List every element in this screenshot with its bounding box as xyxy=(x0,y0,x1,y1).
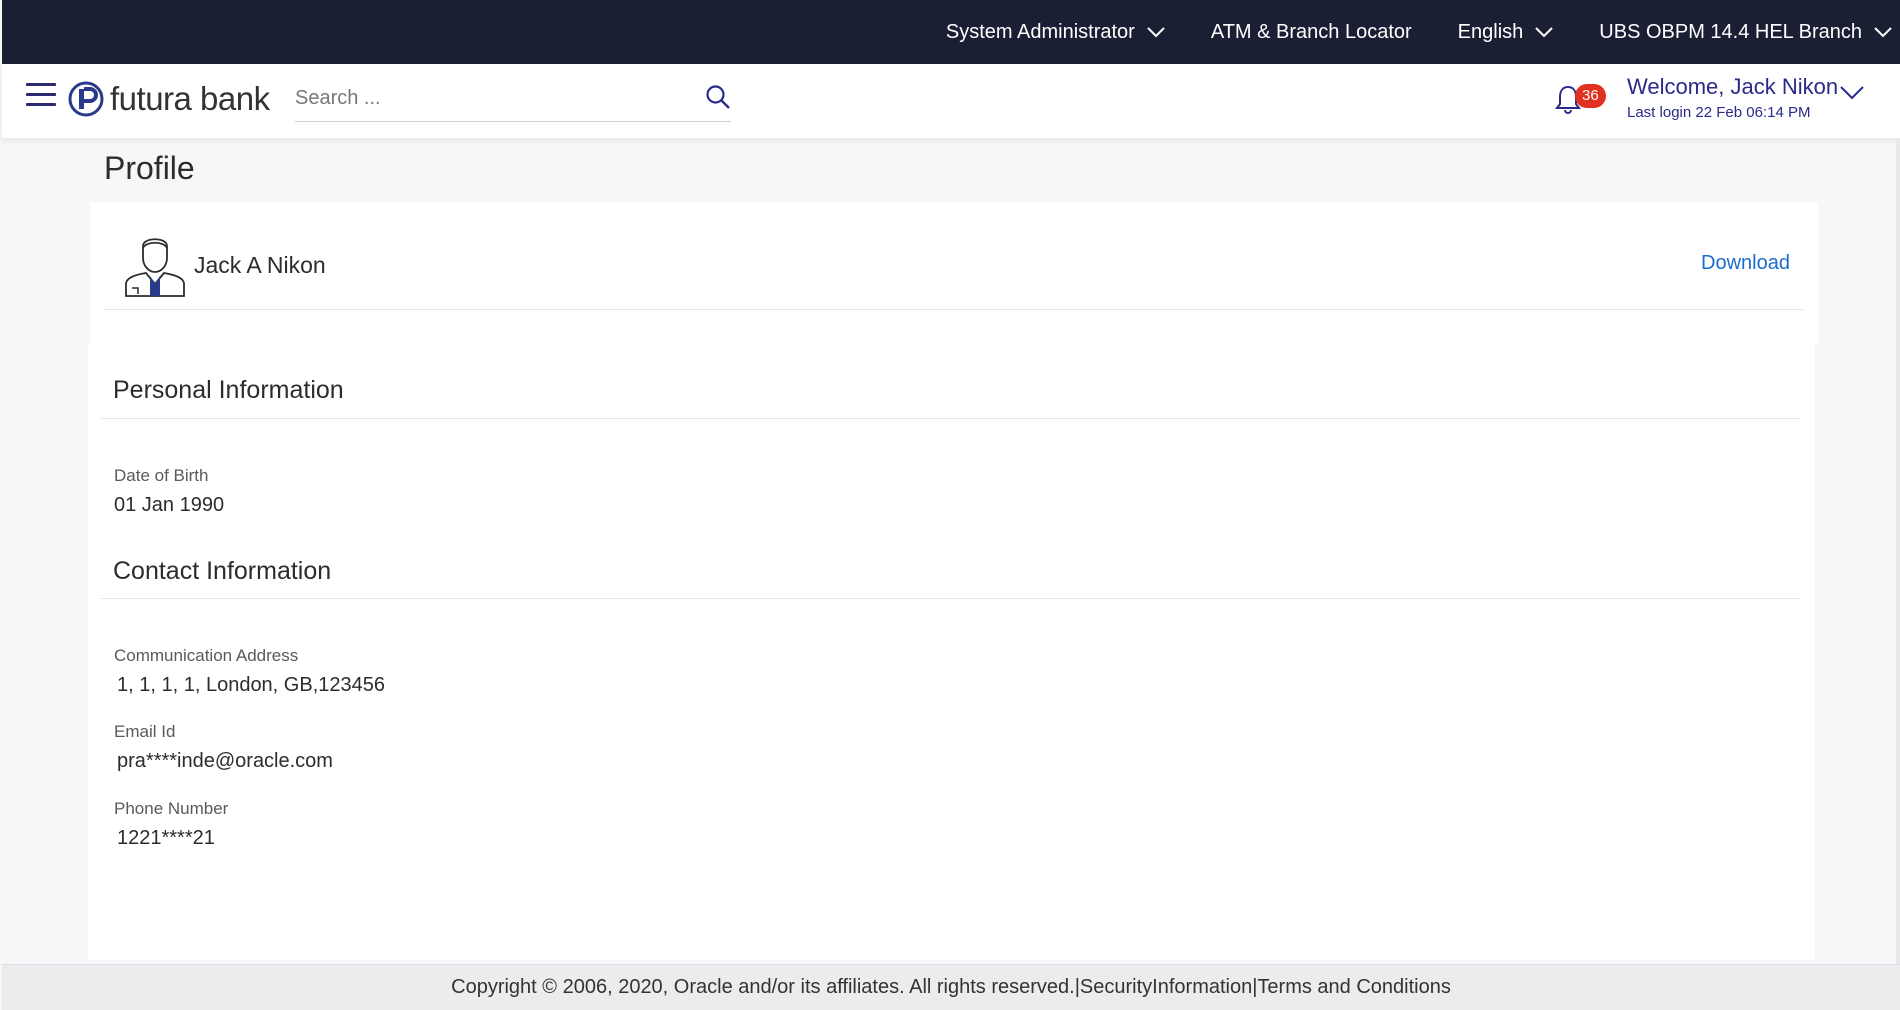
dob-label: Date of Birth xyxy=(114,466,209,485)
page-title: Profile xyxy=(104,150,195,186)
phone-label: Phone Number xyxy=(114,799,229,818)
role-dropdown[interactable]: System Administrator xyxy=(946,21,1165,44)
user-menu[interactable]: Welcome, Jack Nikon Last login 22 Feb 06… xyxy=(1627,74,1838,121)
language-label: English xyxy=(1457,20,1524,43)
role-label: System Administrator xyxy=(945,20,1135,43)
download-link[interactable]: Download xyxy=(1701,252,1790,275)
futura-logo-icon xyxy=(68,81,104,117)
language-dropdown[interactable]: English xyxy=(1458,21,1554,44)
user-avatar-icon xyxy=(125,238,185,297)
notifications-button[interactable]: 36 xyxy=(1555,82,1607,116)
dob-value: 01 Jan 1990 xyxy=(114,494,225,516)
scrollbar[interactable] xyxy=(1896,138,1900,964)
chevron-down-icon[interactable] xyxy=(1840,86,1864,100)
personal-info-title: Personal Information xyxy=(113,376,344,404)
footer: Copyright © 2006, 2020, Oracle and/or it… xyxy=(2,964,1900,1010)
phone-value: 1221****21 xyxy=(117,827,215,849)
security-information-link[interactable]: SecurityInformation xyxy=(1080,976,1252,999)
address-label: Communication Address xyxy=(114,646,299,665)
chevron-down-icon xyxy=(1535,26,1553,37)
logo-text: futura bank xyxy=(110,80,270,117)
bank-logo[interactable]: futura bank xyxy=(68,80,270,118)
email-value: pra****inde@oracle.com xyxy=(117,750,333,772)
atm-branch-locator-link[interactable]: ATM & Branch Locator xyxy=(1211,21,1412,44)
section-divider xyxy=(101,418,1801,419)
branch-label: UBS OBPM 14.4 HEL Branch xyxy=(1599,20,1862,43)
terms-and-conditions-link[interactable]: Terms and Conditions xyxy=(1257,976,1450,999)
info-card: Personal Information Date of Birth 01 Ja… xyxy=(88,344,1815,960)
contact-info-title: Contact Information xyxy=(113,557,332,585)
profile-card: Jack A Nikon Download xyxy=(90,202,1818,344)
branch-dropdown[interactable]: UBS OBPM 14.4 HEL Branch xyxy=(1599,21,1892,44)
welcome-text: Welcome, Jack Nikon xyxy=(1627,74,1839,99)
chevron-down-icon xyxy=(1147,26,1165,37)
locator-label: ATM & Branch Locator xyxy=(1210,20,1412,43)
email-label: Email Id xyxy=(114,722,176,741)
section-divider xyxy=(101,598,1801,599)
top-bar: System Administrator ATM & Branch Locato… xyxy=(2,0,1900,64)
notification-badge: 36 xyxy=(1575,84,1606,108)
app-header: futura bank 36 Welcome, Jack Nikon Last … xyxy=(2,64,1900,138)
copyright-text: Copyright © 2006, 2020, Oracle and/or it… xyxy=(451,976,1075,998)
profile-name: Jack A Nikon xyxy=(194,252,326,278)
search-box xyxy=(295,78,731,122)
last-login-text: Last login 22 Feb 06:14 PM xyxy=(1627,104,1811,121)
profile-header: Jack A Nikon Download xyxy=(104,202,1804,310)
search-input[interactable] xyxy=(295,78,675,118)
search-icon[interactable] xyxy=(705,84,731,110)
chevron-down-icon xyxy=(1874,26,1892,37)
address-value: 1, 1, 1, 1, London, GB,123456 xyxy=(117,674,385,696)
hamburger-icon[interactable] xyxy=(26,83,56,113)
